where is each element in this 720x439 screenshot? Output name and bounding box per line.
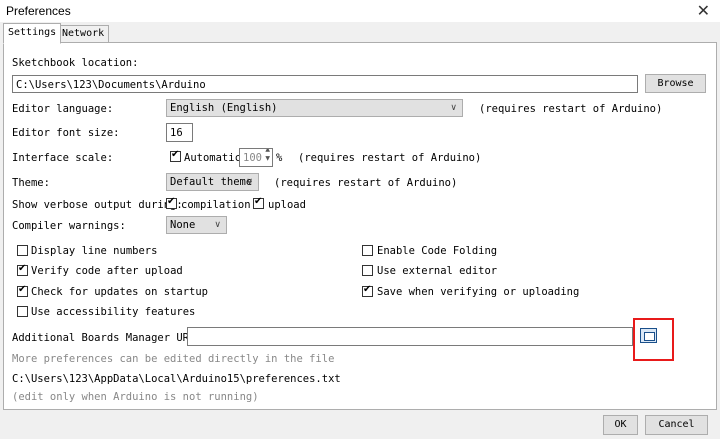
code-folding-label: Enable Code Folding	[377, 245, 498, 257]
compiler-warnings-label: Compiler warnings:	[12, 220, 126, 232]
tab-settings[interactable]: Settings	[3, 23, 62, 44]
sketchbook-location-input[interactable]: C:\Users\123\Documents\Arduino	[12, 75, 638, 93]
verbose-compilation-checkbox[interactable]: ✔	[166, 196, 177, 209]
external-editor-label: Use external editor	[377, 265, 498, 277]
editor-language-value: English (English)	[170, 102, 278, 114]
accessibility-checkbox[interactable]	[17, 306, 28, 317]
theme-value: Default theme	[170, 176, 253, 188]
chevron-down-icon: ∨	[246, 177, 253, 187]
verbose-upload-label: upload	[268, 199, 306, 211]
external-editor-checkbox[interactable]	[362, 265, 373, 276]
interface-scale-label: Interface scale:	[12, 152, 114, 164]
chevron-down-icon: ∨	[450, 103, 457, 113]
editor-language-label: Editor language:	[12, 103, 114, 115]
compiler-warnings-select[interactable]: None ∨	[166, 216, 227, 234]
check-icon: ✔	[363, 284, 372, 295]
close-icon[interactable]: ✕	[697, 1, 710, 20]
spinner-arrows-icon[interactable]: ▲ ▼	[265, 149, 270, 163]
save-when-verifying-label: Save when verifying or uploading	[377, 286, 580, 298]
sketchbook-label: Sketchbook location:	[12, 57, 139, 69]
check-icon: ✔	[254, 196, 263, 207]
scale-value: 100	[243, 152, 262, 164]
compiler-warnings-value: None	[170, 219, 196, 231]
boards-manager-label: Additional Boards Manager URLs:	[12, 332, 208, 344]
scale-unit: %	[276, 152, 283, 164]
display-line-numbers-label: Display line numbers	[31, 245, 158, 257]
theme-label: Theme:	[12, 177, 50, 189]
save-when-verifying-checkbox[interactable]: ✔	[362, 284, 373, 297]
preferences-window: Preferences ✕ Settings Network Sketchboo…	[0, 0, 720, 439]
editor-language-select[interactable]: English (English) ∨	[166, 99, 463, 117]
check-updates-checkbox[interactable]: ✔	[17, 284, 28, 297]
browse-button[interactable]: Browse	[645, 74, 706, 93]
scale-restart-note: (requires restart of Arduino)	[298, 152, 482, 164]
ok-button[interactable]: OK	[603, 415, 638, 435]
boards-manager-urls-input[interactable]	[187, 327, 633, 346]
check-updates-label: Check for updates on startup	[31, 286, 209, 298]
chevron-down-icon: ∨	[214, 220, 221, 230]
check-icon: ✔	[18, 263, 27, 274]
theme-select[interactable]: Default theme ∨	[166, 173, 259, 191]
check-icon: ✔	[18, 284, 27, 295]
tab-network[interactable]: Network	[57, 25, 110, 43]
code-folding-checkbox[interactable]	[362, 245, 373, 256]
font-size-label: Editor font size:	[12, 127, 120, 139]
automatic-scale-checkbox[interactable]: ✔	[170, 149, 181, 162]
language-restart-note: (requires restart of Arduino)	[479, 103, 663, 115]
automatic-scale-label: Automatic	[184, 152, 241, 164]
verbose-upload-checkbox[interactable]: ✔	[253, 196, 264, 209]
open-window-icon[interactable]	[640, 328, 657, 343]
font-size-input[interactable]: 16	[166, 123, 193, 142]
theme-restart-note: (requires restart of Arduino)	[274, 177, 458, 189]
verbose-label: Show verbose output during:	[12, 199, 183, 211]
edit-note: (edit only when Arduino is not running)	[12, 391, 259, 403]
verify-after-upload-label: Verify code after upload	[31, 265, 183, 277]
preferences-file-path: C:\Users\123\AppData\Local\Arduino15\pre…	[12, 373, 341, 385]
scale-value-spinner[interactable]: 100 ▲ ▼	[239, 148, 273, 167]
display-line-numbers-checkbox[interactable]	[17, 245, 28, 256]
title-bar: Preferences ✕	[0, 0, 720, 22]
accessibility-label: Use accessibility features	[31, 306, 196, 318]
window-title: Preferences	[6, 4, 71, 18]
more-preferences-note: More preferences can be edited directly …	[12, 353, 335, 365]
check-icon: ✔	[167, 196, 176, 207]
verify-after-upload-checkbox[interactable]: ✔	[17, 263, 28, 276]
verbose-compilation-label: compilation	[181, 199, 251, 211]
check-icon: ✔	[171, 149, 180, 160]
cancel-button[interactable]: Cancel	[645, 415, 708, 435]
